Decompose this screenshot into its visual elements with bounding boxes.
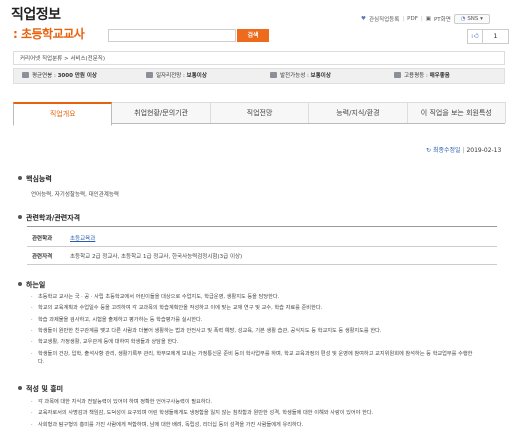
favorite-button[interactable]: 관심직업등록 — [369, 15, 399, 23]
tab-bar: 직업개요 취업현황/문의기관 직업전망 능력/지식/환경 이 직업을 보는 회원… — [13, 102, 507, 126]
info-label: 발전가능성 — [280, 73, 306, 79]
list-item: 각 과목에 대한 지식과 전달능력이 있어야 하며 정확한 언어구사능력이 필요… — [30, 397, 373, 409]
list-item: 사회형과 탐구형의 흥미를 가진 사람에게 적합하며, 남에 대한 배려, 독립… — [30, 420, 373, 432]
list-item: 교육자로서의 사명감과 책임감, 도덕성이 요구되며 어린 학생들에게도 냉정함… — [30, 408, 373, 420]
section-heading: 핵심능력 — [26, 175, 52, 183]
tab-member-traits[interactable]: 이 직업을 보는 회원특성 — [406, 102, 507, 123]
section-related: 관련학과/관련자격 — [18, 213, 80, 223]
info-label: 고용평등 — [404, 73, 425, 79]
sns-button[interactable]: ◔ SNS ▾ — [453, 14, 490, 24]
info-growth: 발전가능성 : 보통이상 — [270, 69, 331, 84]
info-value: 보통이상 — [310, 73, 331, 79]
list-item: 학생들이 원만한 친구관계를 맺고 다른 사람과 더불어 생활하는 법과 안전사… — [30, 326, 478, 338]
core-ability-text: 언어능력, 자기성찰능력, 대인관계능력 — [31, 192, 119, 198]
growth-icon — [270, 72, 277, 78]
divider: | — [402, 16, 405, 22]
tab-abilities[interactable]: 능력/지식/환경 — [308, 102, 408, 123]
refresh-icon: ↻ — [426, 147, 432, 154]
chevron-down-icon: ▾ — [480, 16, 483, 22]
info-job-outlook: 일자리전망 : 보통이상 — [146, 69, 207, 84]
update-date: 2019-02-13 — [466, 147, 502, 154]
bullet-icon — [18, 282, 22, 286]
tab-outlook[interactable]: 직업전망 — [209, 102, 310, 123]
page-title: 직업정보 — [11, 7, 61, 23]
list-item: 학습 과제물을 검사하고, 시험을 출제하고 평가하는 등 학습평가를 실시한다… — [30, 315, 478, 327]
aptitude-list: 각 과목에 대한 지식과 전달능력이 있어야 하며 정확한 언어구사능력이 필요… — [30, 397, 373, 431]
list-item: 초등학교 교사는 국 · 공 · 사립 초등학교에서 어린이들을 대상으로 수업… — [30, 292, 478, 304]
info-value: 3000 만원 이상 — [57, 73, 97, 79]
table-divider — [27, 246, 497, 247]
tab-overview[interactable]: 직업개요 — [13, 102, 113, 126]
info-value: 매우좋음 — [429, 73, 450, 79]
section-duties: 하는일 — [18, 280, 45, 290]
like-count: 1 — [493, 32, 498, 40]
print-button[interactable]: PT화면 — [434, 15, 451, 23]
related-cert-label: 관련자격 — [32, 254, 53, 260]
list-item: 학생들의 건강, 입학, 출석사항 관리, 생활기록부 관리, 학부모에게 보내… — [30, 348, 478, 366]
section-heading: 적성 및 흥미 — [26, 385, 64, 393]
info-label: 일자리전망 — [156, 73, 182, 79]
related-cert-value: 초등학교 2급 정교사, 초등학교 1급 정교사, 한국사능력검정시험(3급 이… — [70, 254, 243, 260]
toolbar: ♥ 관심직업등록 | PDF | ▣ PT화면 ◔ SNS ▾ — [361, 14, 490, 24]
section-core-ability: 핵심능력 — [18, 174, 52, 184]
info-label: 평균연봉 — [32, 73, 53, 79]
list-item: 학교생활, 가정생활, 교우관계 등에 대하여 학생들과 상담을 한다. — [30, 337, 478, 349]
thumbs-up-icon[interactable]: 👍︎ — [468, 30, 483, 43]
info-salary: 평균연봉 : 3000 만원 이상 — [22, 69, 97, 84]
duties-list: 초등학교 교사는 국 · 공 · 사립 초등학교에서 어린이들을 대상으로 수업… — [30, 292, 478, 366]
info-value: 보통이상 — [186, 73, 207, 79]
print-icon: ▣ — [425, 16, 431, 22]
breadcrumb: 커리어넷 직업분류 > 서비스(전문직) — [13, 51, 505, 65]
job-name: : 초등학교교사 — [13, 27, 85, 41]
search-button[interactable]: 검색 — [237, 29, 269, 42]
divider: | — [420, 16, 423, 22]
related-major-label: 관련학과 — [32, 236, 53, 242]
table-top-border — [27, 226, 497, 227]
bullet-icon — [18, 386, 22, 390]
tab-employment[interactable]: 취업현황/문의기관 — [111, 102, 211, 123]
info-equality: 고용평등 : 매우좋음 — [394, 69, 450, 84]
money-icon — [22, 72, 29, 78]
pdf-button[interactable]: PDF — [407, 16, 418, 22]
section-heading: 관련학과/관련자격 — [26, 214, 81, 222]
chart-icon — [146, 72, 153, 78]
sns-label: SNS — [467, 16, 479, 22]
search-input[interactable] — [108, 29, 236, 42]
update-label: 최종수정일 — [432, 147, 461, 154]
divider: | — [462, 147, 465, 154]
section-aptitude: 적성 및 흥미 — [18, 384, 63, 394]
like-widget[interactable]: 👍︎ 1 — [467, 29, 509, 44]
info-bar: 평균연봉 : 3000 만원 이상 일자리전망 : 보통이상 발전가능성 : 보… — [13, 68, 505, 84]
heart-icon[interactable]: ♥ — [361, 16, 366, 22]
people-icon — [394, 72, 401, 78]
list-item: 학교의 교육계획과 수업일수 등을 고려하여 각 교과목의 학습계획안을 작성하… — [30, 303, 478, 315]
table-bottom-border — [27, 264, 497, 265]
related-major-link[interactable]: 초등교육과 — [70, 234, 95, 242]
share-icon: ◔ — [460, 16, 466, 22]
section-heading: 하는일 — [26, 281, 46, 289]
last-updated: ↻ 최종수정일 | 2019-02-13 — [426, 145, 501, 154]
bullet-icon — [18, 215, 22, 219]
bullet-icon — [18, 176, 22, 180]
